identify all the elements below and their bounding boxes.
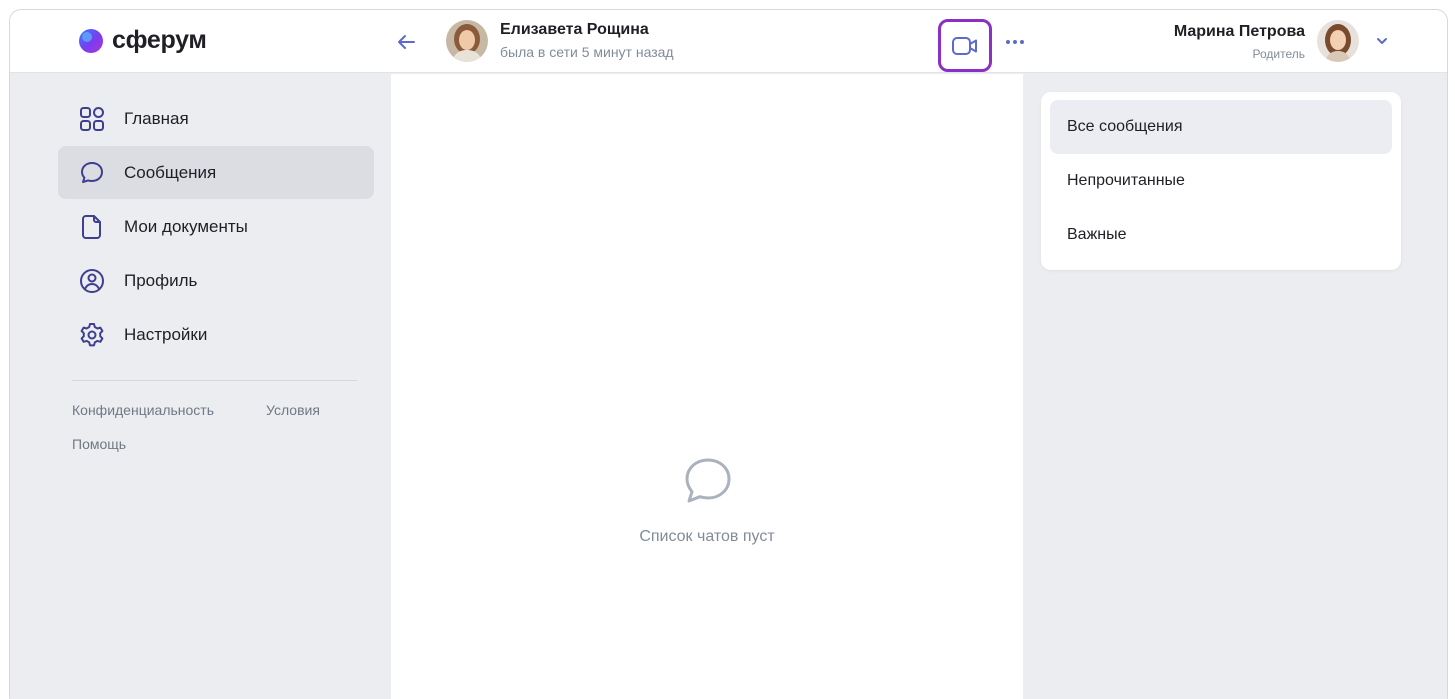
terms-link[interactable]: Условия: [266, 402, 320, 418]
filter-unread[interactable]: Непрочитанные: [1050, 154, 1392, 208]
help-link[interactable]: Помощь: [72, 436, 126, 452]
grid-icon: [78, 105, 106, 133]
chat-contact-status: была в сети 5 минут назад: [500, 44, 674, 60]
more-options-button[interactable]: [1003, 32, 1027, 52]
document-icon: [78, 213, 106, 241]
current-user-avatar[interactable]: [1317, 20, 1359, 62]
sidebar: Главная Сообщения Мои документы Профиль …: [10, 74, 391, 699]
chat-list-panel: Список чатов пуст: [391, 74, 1023, 699]
person-photo-icon: [446, 20, 488, 62]
sidebar-item-label: Мои документы: [124, 216, 248, 236]
sidebar-item-label: Сообщения: [124, 162, 217, 182]
privacy-link[interactable]: Конфиденциальность: [72, 402, 214, 418]
more-horizontal-icon: [1006, 40, 1024, 44]
sferum-logo-icon: [79, 28, 103, 53]
chevron-down-icon: [1377, 38, 1387, 44]
brand-name: сферум: [112, 26, 207, 54]
sidebar-item-documents[interactable]: Мои документы: [58, 200, 374, 253]
logo[interactable]: сферум: [78, 26, 207, 55]
filter-all-messages[interactable]: Все сообщения: [1050, 100, 1392, 154]
sidebar-item-settings[interactable]: Настройки: [58, 308, 374, 361]
back-button[interactable]: [394, 30, 418, 54]
arrow-left-icon: [398, 35, 415, 49]
current-user-name[interactable]: Марина Петрова: [1174, 23, 1305, 41]
video-camera-icon: [952, 36, 977, 55]
sidebar-item-label: Настройки: [124, 324, 208, 344]
chat-avatar[interactable]: [446, 20, 488, 62]
sidebar-item-profile[interactable]: Профиль: [58, 254, 374, 307]
empty-state-text: Список чатов пуст: [639, 528, 775, 545]
current-user-role: Родитель: [1252, 47, 1305, 61]
user-circle-icon: [78, 267, 106, 295]
sidebar-item-label: Главная: [124, 108, 189, 128]
sidebar-item-label: Профиль: [124, 270, 198, 290]
sidebar-item-home[interactable]: Главная: [58, 92, 374, 145]
sidebar-divider: [72, 380, 357, 381]
person-photo-icon: [1317, 20, 1359, 62]
message-filter-menu: Все сообщения Непрочитанные Важные: [1041, 92, 1401, 270]
video-call-button[interactable]: [938, 19, 992, 72]
sidebar-item-messages[interactable]: Сообщения: [58, 146, 374, 199]
app-window: сферум Елизавета Рощина была в сети 5 ми…: [9, 9, 1448, 699]
gear-icon: [78, 321, 106, 349]
user-menu-toggle[interactable]: [1372, 31, 1392, 51]
chat-contact-name[interactable]: Елизавета Рощина: [500, 21, 649, 39]
message-bubble-icon: [78, 159, 106, 187]
top-bar: сферум Елизавета Рощина была в сети 5 ми…: [10, 10, 1447, 73]
filter-important[interactable]: Важные: [1050, 208, 1392, 262]
chat-bubble-icon: [685, 458, 731, 503]
